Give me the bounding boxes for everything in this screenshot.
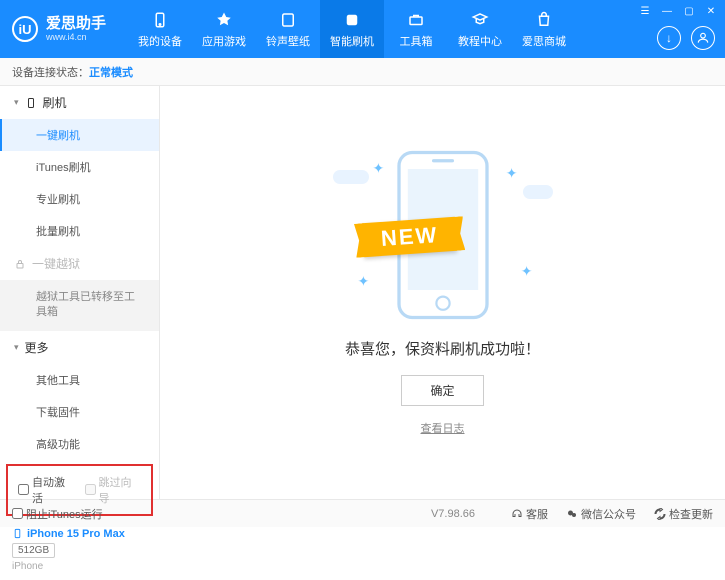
checkbox-label: 阻止iTunes运行 xyxy=(26,506,103,522)
footer-update[interactable]: 检查更新 xyxy=(654,506,713,522)
device-info: iPhone 15 Pro Max 512GB iPhone xyxy=(0,520,159,580)
maximize-button[interactable]: ▢ xyxy=(681,4,697,18)
sparkle-icon: ✦ xyxy=(521,263,533,280)
header: iU 爱思助手 www.i4.cn 我的设备 应用游戏 铃声壁纸 xyxy=(0,0,725,58)
nav-apps[interactable]: 应用游戏 xyxy=(192,0,256,58)
cloud-icon xyxy=(523,185,553,199)
download-icon[interactable]: ↓ xyxy=(657,26,681,50)
window-controls: ☰ — ▢ ✕ xyxy=(637,4,719,18)
checkbox-auto-activate[interactable]: 自动激活 xyxy=(18,474,75,506)
chevron-down-icon: ▾ xyxy=(14,97,19,108)
lock-icon xyxy=(14,258,26,270)
sparkle-icon: ✦ xyxy=(358,273,370,290)
refresh-icon xyxy=(654,508,666,520)
sidebar-jailbreak-note[interactable]: 越狱工具已转移至工具箱 xyxy=(0,280,159,331)
sidebar-item-oneclick[interactable]: 一键刷机 xyxy=(0,119,159,151)
minimize-button[interactable]: — xyxy=(659,4,675,18)
nav-ringtone[interactable]: 铃声壁纸 xyxy=(256,0,320,58)
nav-toolbox[interactable]: 工具箱 xyxy=(384,0,448,58)
app-name: 爱思助手 xyxy=(46,16,106,33)
sidebar-item-batch[interactable]: 批量刷机 xyxy=(0,215,159,247)
phone-icon xyxy=(12,528,23,539)
checkbox-label: 自动激活 xyxy=(32,474,75,506)
status-label: 设备连接状态： xyxy=(12,64,89,80)
nav-tutorials[interactable]: 教程中心 xyxy=(448,0,512,58)
status-bar: 设备连接状态： 正常模式 xyxy=(0,58,725,86)
nav-label: 应用游戏 xyxy=(202,33,246,49)
sidebar-item-download[interactable]: 下载固件 xyxy=(0,396,159,428)
sidebar-item-pro[interactable]: 专业刷机 xyxy=(0,183,159,215)
sidebar-item-other[interactable]: 其他工具 xyxy=(0,364,159,396)
sidebar-item-advanced[interactable]: 高级功能 xyxy=(0,428,159,460)
sidebar-group-jailbreak[interactable]: 一键越狱 xyxy=(0,247,159,280)
checkbox-input xyxy=(85,484,96,495)
main-content: ✦ ✦ ✦ ✦ NEW 恭喜您，保资料刷机成功啦！ 确定 查看日志 xyxy=(160,86,725,499)
headset-icon xyxy=(511,508,523,520)
nav-flash[interactable]: 智能刷机 xyxy=(320,0,384,58)
sidebar-item-itunes[interactable]: iTunes刷机 xyxy=(0,151,159,183)
checkbox-block-itunes[interactable]: 阻止iTunes运行 xyxy=(12,506,103,522)
chevron-down-icon: ▾ xyxy=(14,342,19,353)
sidebar: ▾ 刷机 一键刷机 iTunes刷机 专业刷机 批量刷机 一键越狱 越狱工具已转… xyxy=(0,86,160,499)
sidebar-group-more[interactable]: ▾ 更多 xyxy=(0,331,159,364)
shop-icon xyxy=(534,10,554,30)
ringtone-icon xyxy=(278,10,298,30)
status-value: 正常模式 xyxy=(89,64,133,80)
device-name[interactable]: iPhone 15 Pro Max xyxy=(12,528,147,540)
nav-label: 教程中心 xyxy=(458,33,502,49)
footer-wechat[interactable]: 微信公众号 xyxy=(566,506,636,522)
nav-my-device[interactable]: 我的设备 xyxy=(128,0,192,58)
ok-button[interactable]: 确定 xyxy=(401,375,483,406)
nav-label: 工具箱 xyxy=(400,33,433,49)
device-icon xyxy=(150,10,170,30)
tutorial-icon xyxy=(470,10,490,30)
cloud-icon xyxy=(333,170,369,184)
footer-service[interactable]: 客服 xyxy=(511,506,548,522)
device-type: iPhone xyxy=(12,561,147,572)
nav-shop[interactable]: 爱思商城 xyxy=(512,0,576,58)
new-banner: NEW xyxy=(361,216,456,256)
success-illustration: ✦ ✦ ✦ ✦ NEW xyxy=(333,150,553,320)
nav-label: 铃声壁纸 xyxy=(266,33,310,49)
checkbox-input[interactable] xyxy=(18,484,29,495)
nav-label: 爱思商城 xyxy=(522,33,566,49)
nav-label: 我的设备 xyxy=(138,33,182,49)
checkbox-input[interactable] xyxy=(12,508,23,519)
apps-icon xyxy=(214,10,234,30)
sidebar-group-label: 一键越狱 xyxy=(32,255,80,272)
wechat-icon xyxy=(566,508,578,520)
checkbox-skip-guide[interactable]: 跳过向导 xyxy=(85,474,142,506)
sidebar-group-flash[interactable]: ▾ 刷机 xyxy=(0,86,159,119)
toolbox-icon xyxy=(406,10,426,30)
view-log-link[interactable]: 查看日志 xyxy=(421,420,465,436)
device-storage: 512GB xyxy=(12,543,55,558)
menu-icon[interactable]: ☰ xyxy=(637,4,653,18)
logo: iU 爱思助手 www.i4.cn xyxy=(0,16,118,43)
sparkle-icon: ✦ xyxy=(506,165,518,182)
sidebar-group-label: 更多 xyxy=(25,339,49,356)
version-label: V7.98.66 xyxy=(431,508,475,520)
phone-icon xyxy=(25,97,37,109)
sidebar-group-label: 刷机 xyxy=(43,94,67,111)
nav-label: 智能刷机 xyxy=(330,33,374,49)
logo-icon: iU xyxy=(12,16,38,42)
sparkle-icon: ✦ xyxy=(373,160,385,177)
user-icon[interactable] xyxy=(691,26,715,50)
app-url: www.i4.cn xyxy=(46,32,106,42)
success-message: 恭喜您，保资料刷机成功啦！ xyxy=(345,338,540,359)
header-right-icons: ↓ xyxy=(657,26,715,50)
checkbox-label: 跳过向导 xyxy=(99,474,142,506)
close-button[interactable]: ✕ xyxy=(703,4,719,18)
top-nav: 我的设备 应用游戏 铃声壁纸 智能刷机 工具箱 xyxy=(128,0,576,58)
flash-icon xyxy=(342,10,362,30)
